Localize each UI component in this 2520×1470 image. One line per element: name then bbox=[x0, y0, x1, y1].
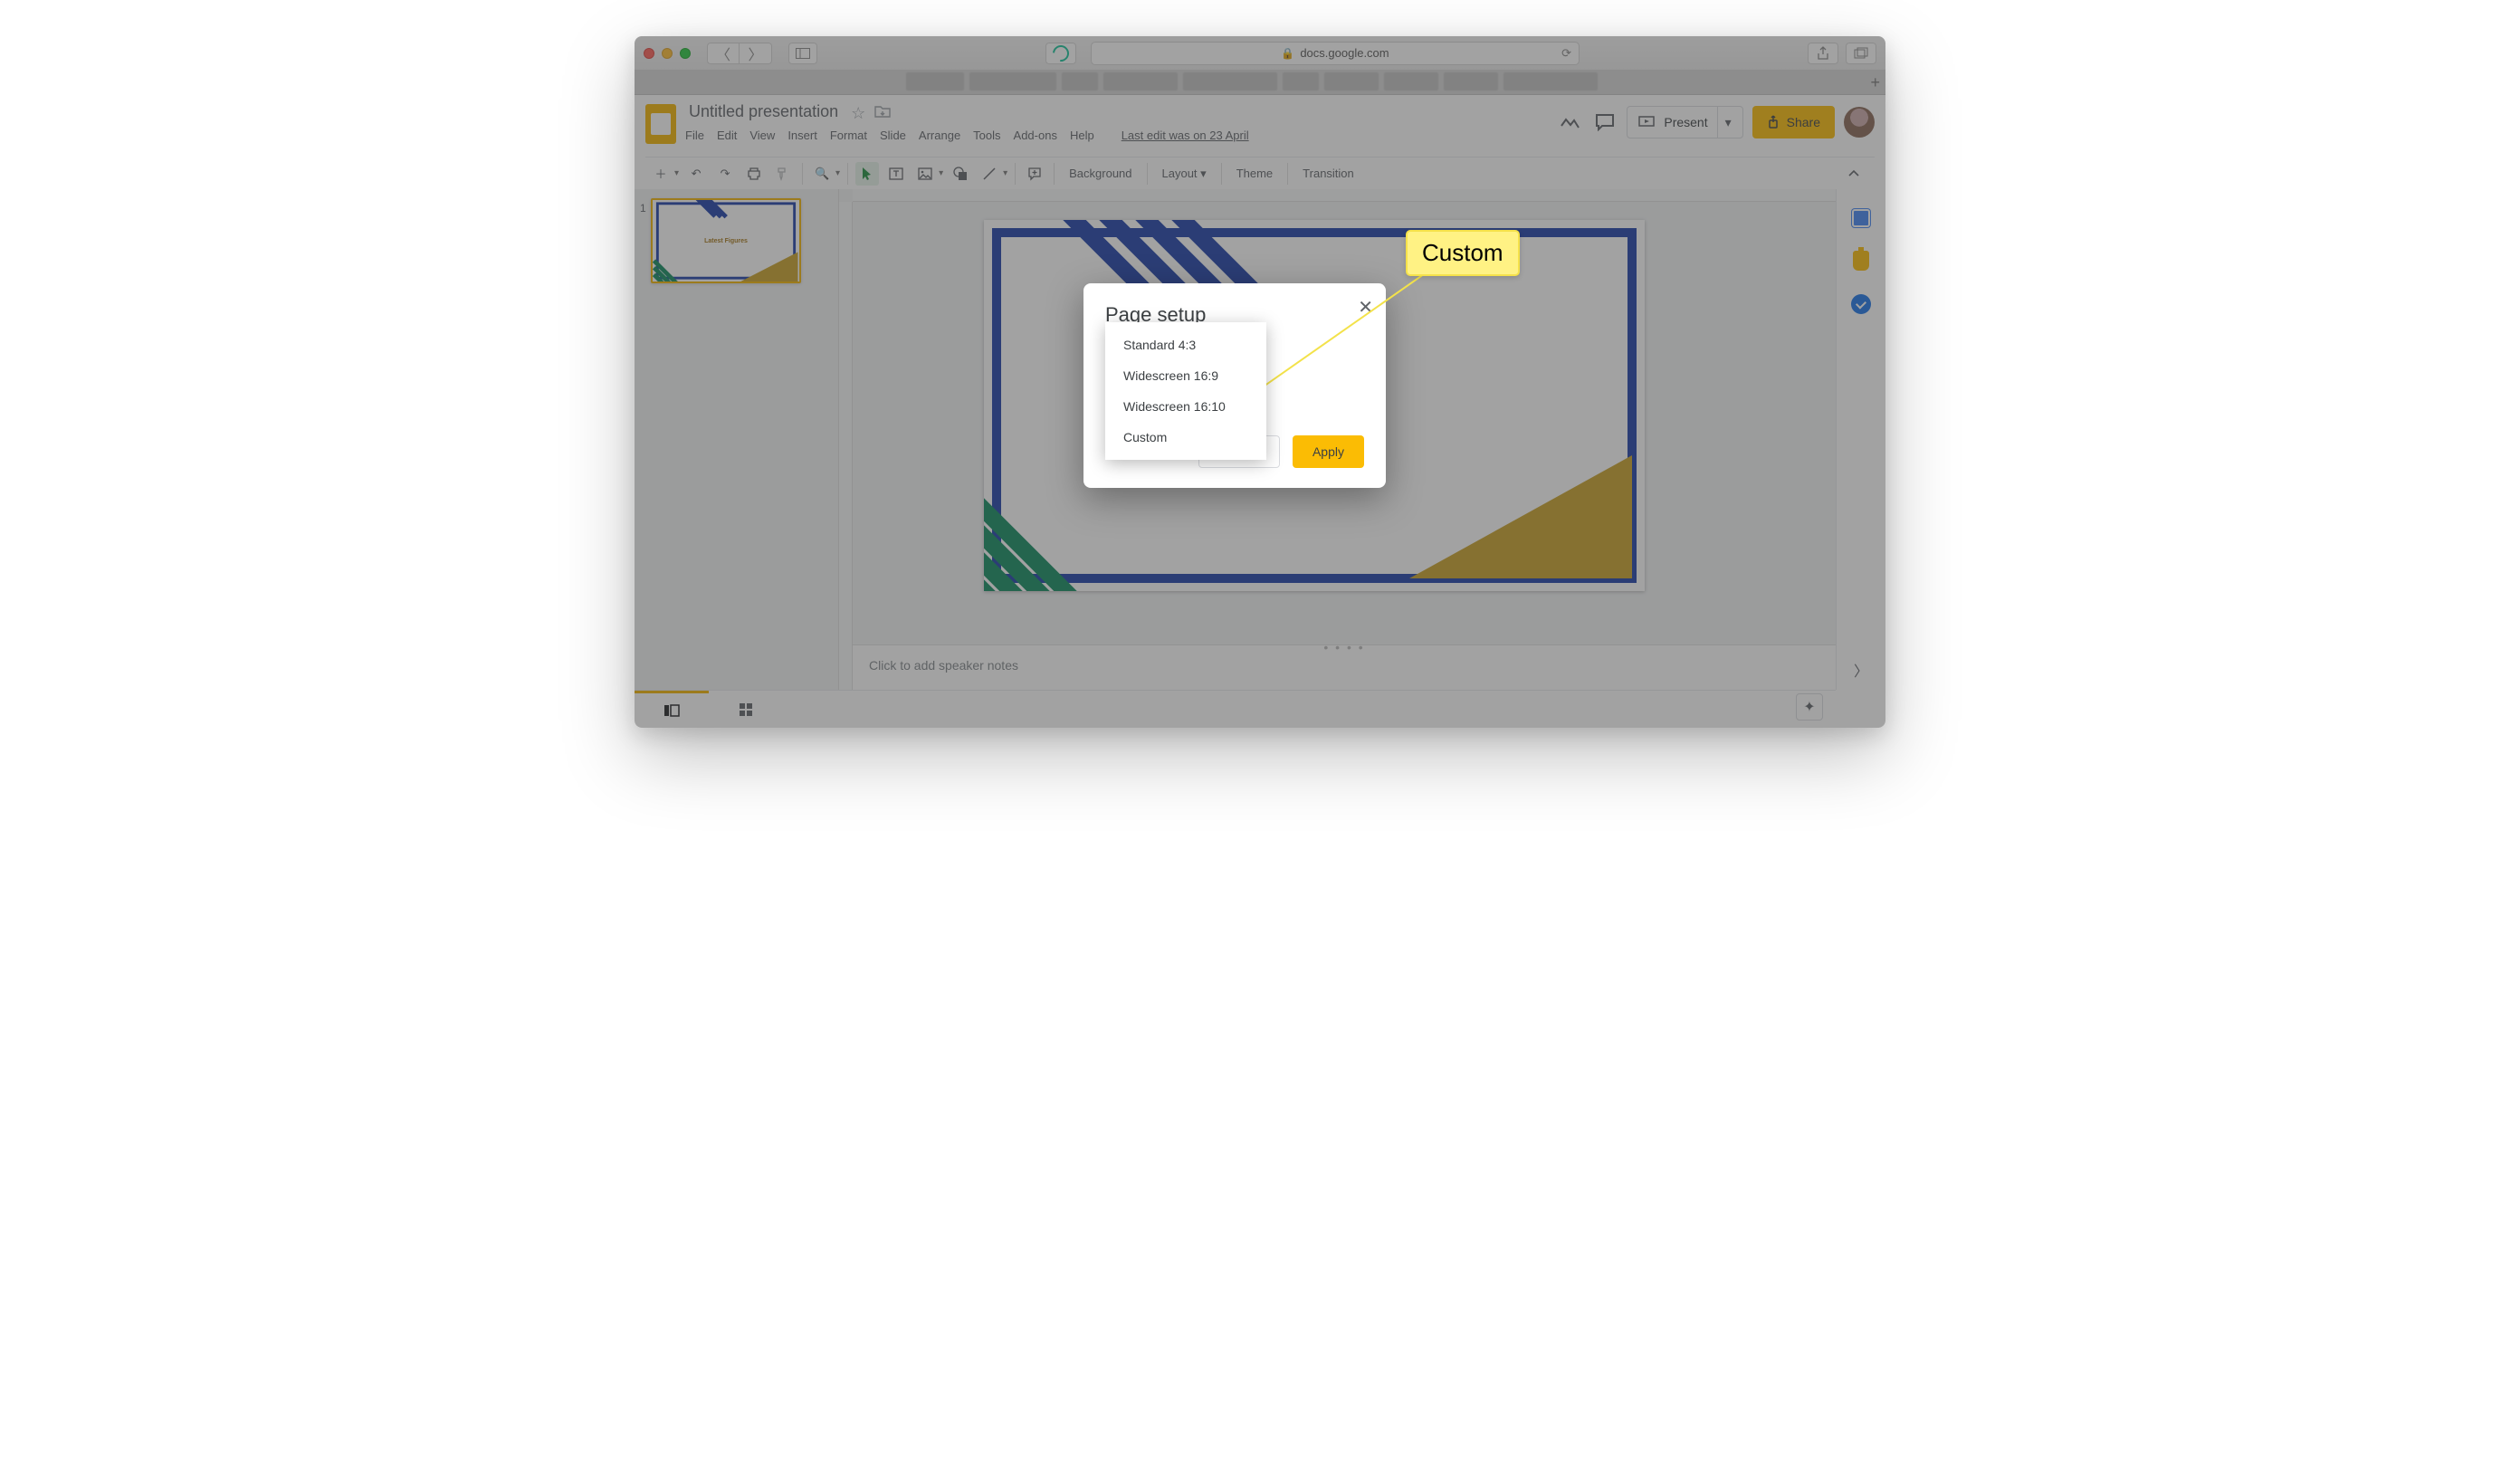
option-widescreen-1610[interactable]: Widescreen 16:10 bbox=[1105, 391, 1266, 422]
apply-button[interactable]: Apply bbox=[1293, 435, 1364, 468]
browser-window: 〈 〉 🔒 docs.google.com ⟳ + bbox=[635, 36, 1885, 728]
callout-label: Custom bbox=[1406, 230, 1520, 276]
option-standard[interactable]: Standard 4:3 bbox=[1105, 329, 1266, 360]
option-widescreen-169[interactable]: Widescreen 16:9 bbox=[1105, 360, 1266, 391]
page-setup-dropdown: Standard 4:3 Widescreen 16:9 Widescreen … bbox=[1105, 322, 1266, 460]
option-custom[interactable]: Custom bbox=[1105, 422, 1266, 453]
